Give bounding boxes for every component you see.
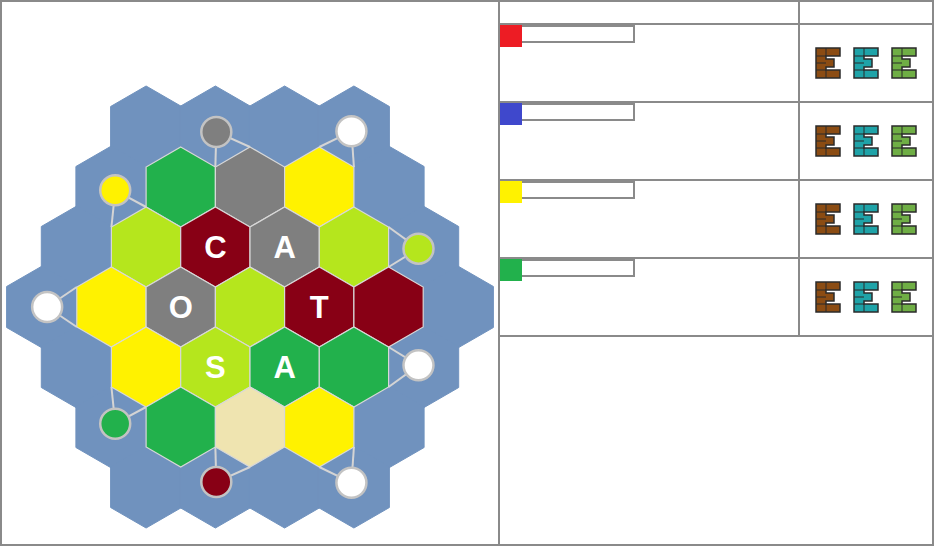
player-name-field[interactable] [522,25,635,43]
piece-icon [815,281,841,313]
svg-text:A: A [273,350,295,385]
player-pieces [800,181,932,259]
player-name-field[interactable] [522,103,635,121]
player-name-cell [500,259,800,337]
piece-icon [815,203,841,235]
player-color-swatch [500,25,522,47]
player-color-swatch [500,103,522,125]
piece-icon [853,47,879,79]
harbor-marker[interactable] [336,468,366,498]
harbor-marker[interactable] [403,350,433,380]
piece-icon [853,281,879,313]
svg-text:S: S [205,350,226,385]
piece-icon [891,125,917,157]
harbor-marker[interactable] [32,292,62,322]
harbor-marker[interactable] [336,116,366,146]
hex-tile[interactable] [285,387,354,467]
piece-icon [853,203,879,235]
svg-text:A: A [273,230,295,265]
player-name-cell [500,25,800,103]
sea [7,86,494,528]
svg-text:T: T [310,290,329,325]
svg-text:O: O [169,290,193,325]
player-color-swatch [500,181,522,203]
piece-icon [891,281,917,313]
harbor-marker[interactable] [100,409,130,439]
harbor-marker[interactable] [100,175,130,205]
harbor-marker[interactable] [201,117,231,147]
player-name-cell [500,103,800,181]
piece-icon [853,125,879,157]
player-pieces [800,259,932,337]
game-window: C A O T S A [0,0,934,546]
piece-icon [815,125,841,157]
piece-icon [891,47,917,79]
harbor-marker[interactable] [201,467,231,497]
player-color-swatch [500,259,522,281]
harbor-marker[interactable] [403,234,433,264]
empty-area [500,337,932,544]
hex-tile[interactable] [215,387,284,467]
header-cell [500,2,800,25]
svg-text:C: C [204,230,226,265]
player-pieces [800,25,932,103]
piece-icon [891,203,917,235]
player-name-cell [500,181,800,259]
player-name-field[interactable] [522,259,635,277]
hex-tile[interactable] [146,387,215,467]
player-table [500,2,932,544]
piece-icon [815,47,841,79]
header-cell [800,2,932,25]
game-board: C A O T S A [2,2,498,544]
board-panel: C A O T S A [2,2,500,544]
player-pieces [800,103,932,181]
player-name-field[interactable] [522,181,635,199]
